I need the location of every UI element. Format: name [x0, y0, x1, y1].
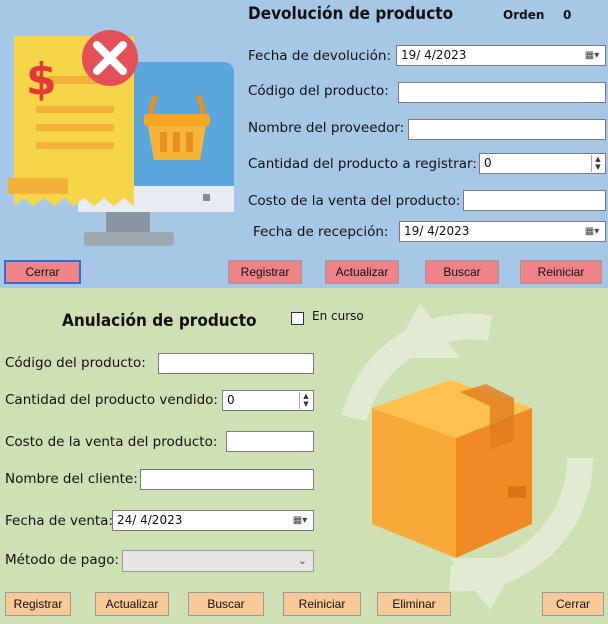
- cantidad-value: 0: [484, 156, 492, 170]
- codigo-label: Código del producto:: [5, 355, 146, 371]
- cantidad-value: 0: [227, 393, 235, 407]
- fecha-devolucion-picker[interactable]: 19/ 4/2023 ▦▾: [396, 45, 606, 66]
- en-curso-label: En curso: [312, 309, 364, 323]
- svg-text:$: $: [26, 54, 57, 105]
- orden-value: 0: [563, 8, 572, 22]
- fecha-venta-picker[interactable]: 24/ 4/2023 ▦▾: [112, 510, 314, 531]
- eliminar-button[interactable]: Eliminar: [377, 592, 451, 616]
- fecha-devolucion-label: Fecha de devolución:: [248, 48, 392, 64]
- actualizar-button[interactable]: Actualizar: [95, 592, 169, 616]
- actualizar-button[interactable]: Actualizar: [325, 260, 399, 284]
- cliente-input[interactable]: [140, 469, 314, 490]
- refund-illustration-icon: $: [8, 30, 234, 246]
- chevron-down-icon: ⌄: [297, 554, 307, 567]
- fecha-recepcion-label: Fecha de recepción:: [253, 224, 389, 240]
- devolucion-panel: $ Devolución de producto Orden 0 Fecha d…: [0, 0, 608, 288]
- cardboard-box-icon: [372, 380, 532, 558]
- cantidad-spinner[interactable]: 0 ▲ ▼: [479, 153, 606, 174]
- fecha-venta-label: Fecha de venta:: [5, 513, 114, 529]
- anulacion-panel: Anulación de producto En curso Código de…: [0, 288, 608, 624]
- fecha-devolucion-value: 19/ 4/2023: [401, 48, 467, 62]
- proveedor-input[interactable]: [408, 119, 606, 140]
- costo-input[interactable]: [226, 431, 314, 452]
- fecha-recepcion-value: 19/ 4/2023: [404, 224, 470, 238]
- fecha-recepcion-picker[interactable]: 19/ 4/2023 ▦▾: [399, 221, 606, 242]
- calendar-dropdown-icon[interactable]: ▦▾: [289, 513, 311, 528]
- spinner-arrows-icon[interactable]: ▲ ▼: [299, 392, 312, 409]
- buscar-button[interactable]: Buscar: [425, 260, 499, 284]
- cerrar-button[interactable]: Cerrar: [542, 592, 604, 616]
- registrar-button[interactable]: Registrar: [5, 592, 71, 616]
- cantidad-spinner[interactable]: 0 ▲ ▼: [222, 390, 314, 411]
- cliente-label: Nombre del cliente:: [5, 471, 138, 487]
- spinner-arrows-icon[interactable]: ▲ ▼: [591, 155, 604, 172]
- reiniciar-button[interactable]: Reiniciar: [520, 260, 602, 284]
- cerrar-button[interactable]: Cerrar: [4, 260, 81, 284]
- metodo-pago-select[interactable]: ⌄: [122, 550, 314, 572]
- codigo-input[interactable]: [158, 353, 314, 374]
- buscar-button[interactable]: Buscar: [188, 592, 264, 616]
- codigo-label: Código del producto:: [248, 83, 389, 99]
- registrar-button[interactable]: Registrar: [228, 260, 302, 284]
- metodo-label: Método de pago:: [5, 552, 120, 568]
- costo-input[interactable]: [463, 190, 606, 211]
- codigo-input[interactable]: [398, 82, 606, 103]
- proveedor-label: Nombre del proveedor:: [248, 120, 405, 136]
- cantidad-label: Cantidad del producto a registrar:: [248, 156, 477, 172]
- reiniciar-button[interactable]: Reiniciar: [283, 592, 361, 616]
- orden-label: Orden: [503, 8, 545, 22]
- fecha-venta-value: 24/ 4/2023: [117, 513, 183, 527]
- costo-label: Costo de la venta del producto:: [5, 434, 218, 450]
- en-curso-checkbox[interactable]: [291, 312, 304, 325]
- anulacion-title: Anulación de producto: [62, 311, 257, 331]
- cantidad-label: Cantidad del producto vendido:: [5, 392, 218, 408]
- costo-label: Costo de la venta del producto:: [248, 193, 461, 209]
- box-cycle-illustration-icon: [341, 303, 594, 610]
- devolucion-title: Devolución de producto: [248, 4, 454, 24]
- calendar-dropdown-icon[interactable]: ▦▾: [581, 48, 603, 63]
- calendar-dropdown-icon[interactable]: ▦▾: [581, 224, 603, 239]
